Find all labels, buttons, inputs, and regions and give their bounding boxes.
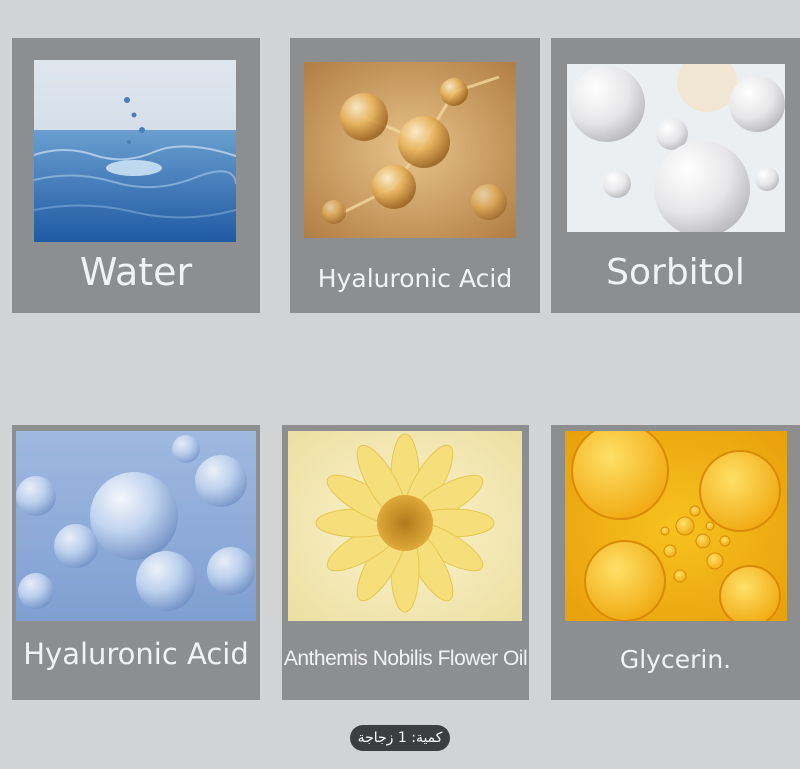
yellow-chamomile-flower-photo xyxy=(288,431,522,621)
ingredient-label-glycerin: Glycerin. xyxy=(619,645,732,674)
ingredient-label-anthemis-nobilis: Anthemis Nobilis Flower Oil xyxy=(283,647,528,670)
quantity-badge: كمية: 1 زجاجة xyxy=(350,725,450,751)
ingredient-card-glycerin: Glycerin. xyxy=(551,425,800,700)
ingredient-card-sorbitol: Sorbitol xyxy=(551,38,800,313)
ingredient-card-hyaluronic-acid-blue: Hyaluronic Acid xyxy=(12,425,260,700)
white-spheres-photo xyxy=(567,64,785,232)
ingredient-label-water: Water xyxy=(79,250,193,294)
golden-molecule-photo xyxy=(304,62,516,238)
ingredient-card-anthemis-nobilis: Anthemis Nobilis Flower Oil xyxy=(282,425,529,700)
ingredient-card-hyaluronic-acid-gold: Hyaluronic Acid xyxy=(290,38,540,313)
ingredient-label-hyaluronic-acid: Hyaluronic Acid xyxy=(317,264,513,293)
water-splash-photo xyxy=(34,60,236,242)
ingredient-label-sorbitol: Sorbitol xyxy=(606,252,745,293)
ingredient-label-hyaluronic-acid: Hyaluronic Acid xyxy=(23,637,249,671)
blue-bubbles-photo xyxy=(16,431,256,621)
ingredient-card-water: Water xyxy=(12,38,260,313)
yellow-oil-droplets-photo xyxy=(565,431,787,621)
